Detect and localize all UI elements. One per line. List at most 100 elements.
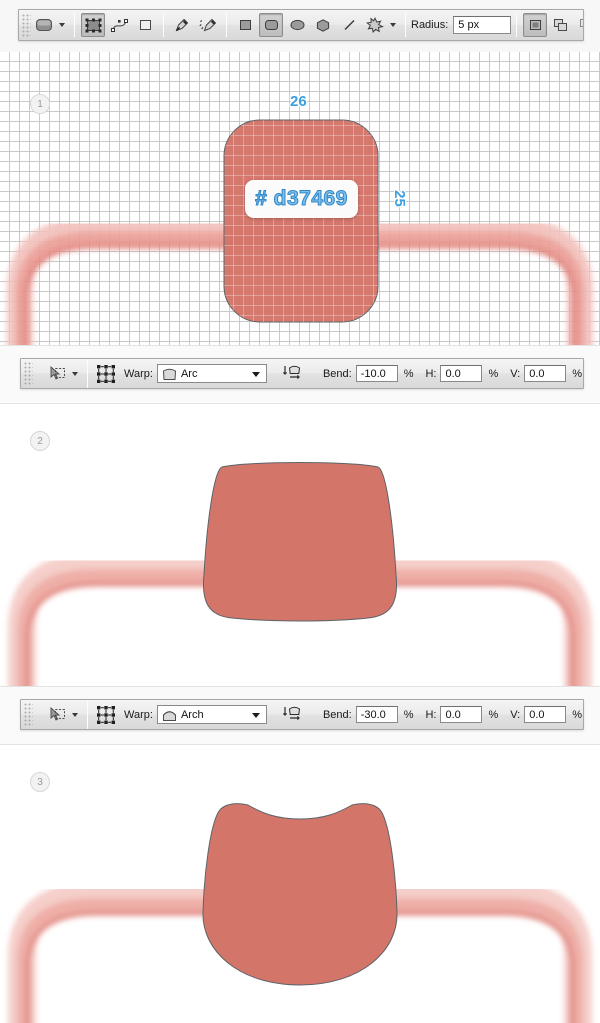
new-shape-icon [529, 20, 541, 30]
warp-style-value-2: Arch [180, 708, 204, 721]
transform-selection-icon [50, 707, 65, 721]
v-label-1: V: [510, 367, 521, 380]
paths-icon [110, 18, 128, 32]
bend-unit-1: % [403, 367, 414, 380]
warp-style-select-1[interactable]: Arc [156, 364, 267, 383]
rounded-rectangle-swatch-icon [36, 19, 52, 31]
h-unit-1: % [488, 367, 499, 380]
warp-grid-button-1[interactable] [94, 362, 118, 386]
custom-shape-chevron-down-icon[interactable] [390, 23, 396, 27]
warp-options-bar-2: Warp: Arch Bend: -30.0 % H: 0.0 % V: 0.0… [0, 687, 600, 744]
polygon-icon [316, 19, 330, 32]
measure-width-label: 26 [290, 93, 307, 110]
radius-label: Radius: [411, 19, 449, 31]
bend-label-1: Bend: [322, 367, 352, 380]
toolbar-divider [405, 13, 406, 37]
toolbar-divider [226, 13, 227, 37]
warp-options-bar-1: Warp: Arc Bend: -10.0 % H: 0.0 % V: 0.0 … [0, 346, 600, 403]
subtract-from-shape-button[interactable] [575, 13, 583, 37]
change-warp-orientation-button-2[interactable] [280, 703, 304, 727]
arc-warped-shape-2[interactable] [0, 404, 600, 686]
pen-icon [175, 18, 189, 32]
add-to-shape-area-button[interactable] [549, 13, 573, 37]
options-bar-gripper[interactable] [24, 362, 33, 385]
shape-tool-options-bar: Radius: [0, 0, 600, 52]
transform-selection-button-2[interactable] [45, 703, 69, 727]
rectangle-tool-button[interactable] [233, 13, 257, 37]
shape-preset-chevron-down-icon[interactable] [59, 23, 65, 27]
freeform-pen-icon [198, 18, 216, 32]
bend-input-1[interactable] [355, 365, 398, 382]
shape-preview-swatch[interactable] [32, 13, 56, 37]
transform-chevron-down-icon[interactable] [72, 712, 78, 717]
arch-warped-shape-3[interactable] [0, 745, 600, 1023]
warp-bar-divider [87, 359, 88, 388]
h-input-2[interactable] [440, 706, 483, 723]
change-warp-orientation-button-1[interactable] [280, 362, 304, 386]
transform-selection-icon [50, 366, 65, 380]
warp-bar-inner-2: Warp: Arch Bend: -30.0 % H: 0.0 % V: 0.0… [20, 699, 584, 730]
radius-input[interactable] [453, 16, 512, 34]
ellipse-icon [290, 19, 304, 31]
screenshot-root: Radius: 5 px 1 26 25 # d37469 Warp: Arc … [0, 0, 600, 1023]
rounded-rectangle-tool-button[interactable] [259, 13, 283, 37]
h-unit-2: % [488, 708, 499, 721]
fill-pixels-icon [139, 20, 151, 30]
warp-bar-inner-1: Warp: Arc Bend: -10.0 % H: 0.0 % V: 0.0 … [20, 358, 584, 389]
h-label-1: H: [425, 367, 437, 380]
toolbar-divider [516, 13, 518, 37]
arc-warp-icon [162, 367, 177, 381]
bend-input-2[interactable] [355, 706, 398, 723]
canvas-panel-2: 2 [0, 404, 600, 686]
v-unit-1: % [572, 367, 583, 380]
line-tool-button[interactable] [337, 13, 361, 37]
toolbar-divider [163, 13, 164, 37]
measure-height-label: 25 [390, 190, 408, 207]
v-input-2[interactable] [524, 706, 567, 723]
canvas-panel-1: 1 26 25 # d37469 [0, 52, 600, 345]
toolbar-divider [74, 13, 75, 37]
warp-bar-divider [87, 700, 88, 729]
add-shape-icon [554, 19, 568, 31]
hex-color-label: # d37469 [245, 180, 358, 218]
v-label-2: V: [510, 708, 521, 721]
subtract-shape-icon [580, 19, 583, 27]
freeform-pen-tool-button[interactable] [196, 13, 220, 37]
custom-shape-icon [366, 17, 384, 33]
transform-chevron-down-icon[interactable] [72, 371, 78, 376]
h-input-1[interactable] [440, 365, 483, 382]
warp-style-select-2[interactable]: Arch [156, 705, 267, 724]
canvas-panel-3: 3 [0, 745, 600, 1023]
options-bar-gripper[interactable] [22, 13, 31, 37]
options-bar-gripper[interactable] [24, 703, 33, 726]
v-unit-2: % [572, 708, 583, 721]
fill-pixels-mode-button[interactable] [133, 13, 157, 37]
pen-tool-button[interactable] [170, 13, 194, 37]
bend-label-2: Bend: [322, 708, 352, 721]
custom-shape-tool-button[interactable] [363, 13, 387, 37]
arch-warp-icon [162, 708, 177, 722]
shape-layers-icon [85, 18, 101, 32]
bend-unit-2: % [403, 708, 414, 721]
ellipse-tool-button[interactable] [285, 13, 309, 37]
step-badge-1: 1 [30, 94, 50, 114]
transform-selection-button-1[interactable] [45, 362, 69, 386]
polygon-tool-button[interactable] [311, 13, 335, 37]
v-input-1[interactable] [524, 365, 567, 382]
paths-mode-button[interactable] [107, 13, 131, 37]
change-warp-orientation-icon [283, 706, 301, 721]
step-badge-2: 2 [30, 431, 50, 451]
warp-style-value-1: Arc [180, 367, 198, 380]
new-shape-layer-button[interactable] [523, 13, 548, 37]
warp-grid-icon [97, 705, 115, 724]
rectangle-icon [239, 20, 251, 30]
warp-label-1: Warp: [124, 367, 153, 380]
line-icon [343, 19, 355, 31]
options-bar-inner: Radius: [18, 9, 584, 41]
warp-grid-button-2[interactable] [94, 703, 118, 727]
warp-chevron-down-icon [251, 713, 260, 718]
shape-layers-mode-button[interactable] [81, 13, 105, 37]
change-warp-orientation-icon [283, 365, 301, 380]
h-label-2: H: [425, 708, 437, 721]
warp-label-2: Warp: [124, 708, 153, 721]
